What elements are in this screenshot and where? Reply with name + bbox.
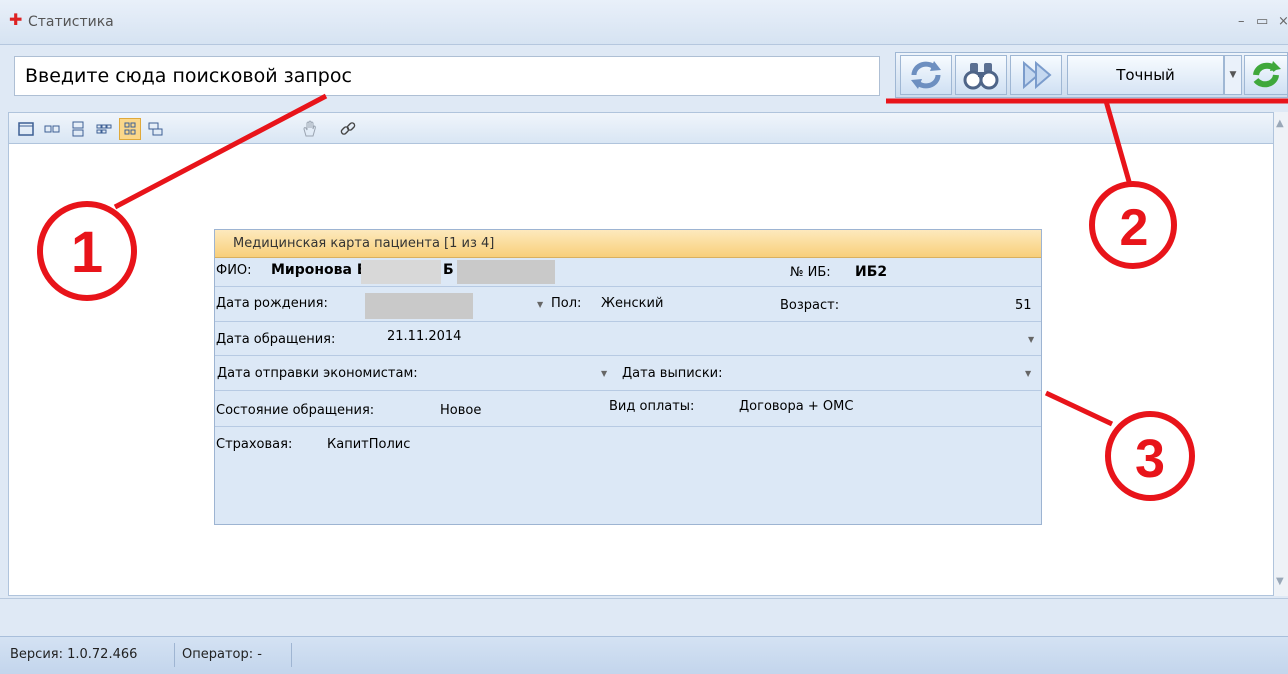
- annotation-line-2: [1103, 100, 1133, 186]
- annotation-label-1: 1: [71, 220, 103, 285]
- annotation-overlay: 1 2 3: [37, 93, 1288, 501]
- annotation-line-1: [113, 93, 328, 210]
- annotation-label-2: 2: [1120, 199, 1149, 257]
- annotation-label-3: 3: [1135, 429, 1165, 489]
- annotation-line-3: [1044, 390, 1114, 427]
